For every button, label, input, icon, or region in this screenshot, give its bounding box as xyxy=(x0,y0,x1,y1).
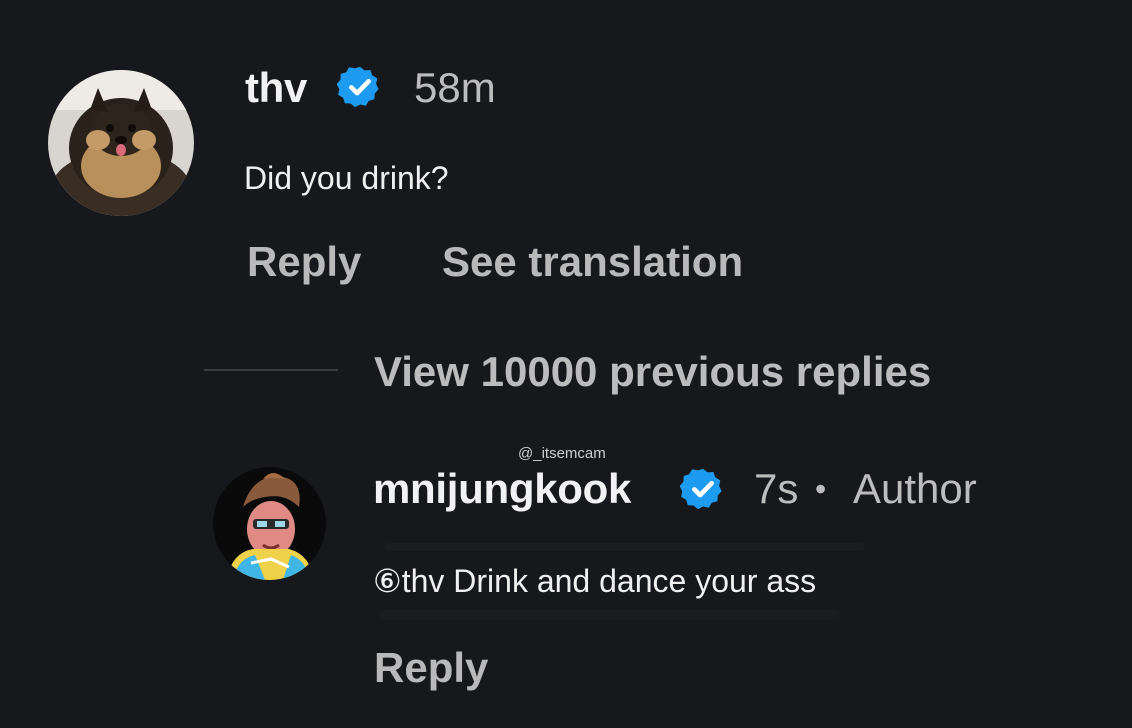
meta-separator: • xyxy=(815,471,827,507)
dog-avatar-icon xyxy=(48,70,194,216)
comment-time: 7s xyxy=(754,465,799,512)
watermark: @_itsemcam xyxy=(518,445,606,462)
author-label: Author xyxy=(853,465,977,512)
verified-badge-icon xyxy=(679,466,726,517)
avatar-mnijungkook[interactable] xyxy=(213,467,326,580)
view-previous-replies-button[interactable]: View 10000 previous replies xyxy=(374,346,931,398)
thread-divider xyxy=(204,369,338,371)
reply-button[interactable]: Reply xyxy=(374,642,488,694)
edit-smudge xyxy=(380,610,840,620)
avatar-thv[interactable] xyxy=(48,70,194,216)
comment-thread: thv 58m Did you drink? Reply See transla… xyxy=(0,0,1132,728)
comment-text: Did you drink? xyxy=(244,160,449,196)
see-translation-button[interactable]: See translation xyxy=(442,236,743,288)
cartoon-character-avatar-icon xyxy=(213,467,326,580)
username-mnijungkook[interactable]: mnijungkook xyxy=(373,463,631,515)
verified-badge-icon xyxy=(336,64,383,115)
reply-button[interactable]: Reply xyxy=(247,236,361,288)
username-thv[interactable]: thv xyxy=(245,62,307,114)
comment-time: 58m xyxy=(414,64,496,111)
comment-text: ⑥thv Drink and dance your ass xyxy=(373,563,817,599)
edit-smudge xyxy=(385,543,865,551)
